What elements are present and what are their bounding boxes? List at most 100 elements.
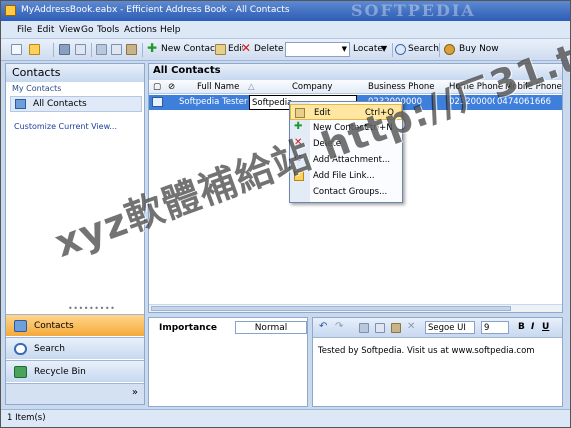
search-button[interactable]: Search bbox=[408, 44, 439, 54]
importance-label: Importance bbox=[159, 323, 218, 333]
plus-icon: ✚ bbox=[294, 121, 303, 132]
context-menu-delete[interactable]: ✕ Delete bbox=[290, 136, 402, 152]
cell-home-phone: 0232000000 bbox=[449, 97, 495, 107]
menu-actions[interactable]: Actions bbox=[124, 25, 157, 35]
chevron-down-icon[interactable]: ▼ bbox=[342, 45, 347, 53]
nav-contacts-button[interactable]: Contacts bbox=[6, 314, 144, 336]
context-menu-new-contact-label: New Contact bbox=[313, 123, 368, 133]
context-menu-contact-groups-label: Contact Groups... bbox=[313, 187, 388, 197]
notes-text-area[interactable]: Tested by Softpedia. Visit us at www.sof… bbox=[318, 346, 535, 356]
column-company[interactable]: Company bbox=[292, 82, 332, 92]
status-bar: 1 Item(s) bbox=[1, 409, 570, 427]
context-menu-edit[interactable]: Edit Ctrl+O bbox=[290, 104, 402, 120]
folder-all-contacts-label: All Contacts bbox=[33, 99, 87, 109]
address-card-icon bbox=[15, 99, 26, 109]
edit-pencil-icon[interactable] bbox=[215, 44, 226, 55]
cut-icon[interactable] bbox=[96, 44, 107, 55]
nav-recycle-bin-label: Recycle Bin bbox=[34, 367, 86, 377]
cut-icon[interactable] bbox=[359, 323, 369, 333]
locate-search-input[interactable]: ▼ bbox=[285, 42, 350, 57]
column-attachment-paperclip-icon[interactable]: ⊘ bbox=[168, 82, 175, 92]
menu-view[interactable]: View bbox=[59, 25, 80, 35]
column-home-phone[interactable]: Home Phone bbox=[449, 82, 503, 92]
menu-help[interactable]: Help bbox=[160, 25, 181, 35]
new-contact-button[interactable]: New Contact bbox=[161, 44, 219, 54]
buy-now-button[interactable]: Buy Now bbox=[459, 44, 499, 54]
nav-search-button[interactable]: Search bbox=[6, 337, 144, 359]
delete-x-icon[interactable]: ✕ bbox=[241, 41, 252, 55]
new-contact-plus-icon[interactable]: ✚ bbox=[147, 41, 158, 55]
column-icon-type[interactable]: ▢ bbox=[153, 82, 161, 92]
column-business-phone[interactable]: Business Phone bbox=[368, 82, 435, 92]
cell-mobile-phone: 0474061666 bbox=[497, 97, 552, 107]
undo-icon[interactable]: ↶ bbox=[319, 321, 329, 332]
menu-edit[interactable]: Edit bbox=[37, 25, 54, 35]
context-menu-new-contact[interactable]: ✚ New Contact Ctrl+N bbox=[290, 120, 402, 136]
print-preview-icon[interactable] bbox=[75, 44, 86, 55]
banner-watermark: SOFTPEDIA bbox=[351, 1, 476, 20]
paste-icon[interactable] bbox=[391, 323, 401, 333]
redo-icon[interactable]: ↷ bbox=[335, 321, 345, 332]
font-name-select[interactable]: Segoe UI bbox=[425, 321, 475, 334]
magnifier-icon bbox=[14, 343, 27, 355]
copy-icon[interactable] bbox=[375, 323, 385, 333]
context-menu-add-file-link-label: Add File Link... bbox=[313, 171, 375, 181]
context-menu-add-file-link[interactable]: Add File Link... bbox=[290, 168, 402, 184]
print-icon[interactable] bbox=[59, 44, 70, 55]
company-edit-value: Softpedia bbox=[252, 98, 293, 108]
bold-button[interactable]: B bbox=[518, 322, 525, 332]
my-contacts-group-label: My Contacts bbox=[12, 84, 62, 93]
title-bar: MyAddressBook.eabx - Efficient Address B… bbox=[1, 1, 570, 21]
menu-tools[interactable]: Tools bbox=[97, 25, 119, 35]
italic-button[interactable]: I bbox=[531, 322, 534, 332]
customize-current-view-link[interactable]: Customize Current View... bbox=[14, 122, 117, 131]
folder-all-contacts[interactable]: All Contacts bbox=[10, 96, 142, 112]
column-mobile-phone[interactable]: Mobile Phone bbox=[505, 82, 562, 92]
copy-icon[interactable] bbox=[111, 44, 122, 55]
column-header-row: ▢ ⊘ Full Name △ Company Business Phone H… bbox=[149, 80, 562, 94]
context-menu-add-attachment[interactable]: ⊘ Add Attachment... bbox=[290, 152, 402, 168]
clear-format-x-icon[interactable]: ✕ bbox=[407, 321, 417, 332]
context-menu-edit-shortcut: Ctrl+O bbox=[365, 108, 394, 118]
sort-ascending-icon: △ bbox=[248, 82, 255, 92]
delete-button[interactable]: Delete bbox=[254, 44, 284, 54]
nav-recycle-bin-button[interactable]: Recycle Bin bbox=[6, 360, 144, 382]
scrollbar-thumb[interactable] bbox=[151, 306, 511, 311]
underline-button[interactable]: U bbox=[542, 322, 549, 332]
buy-now-icon[interactable] bbox=[444, 44, 455, 55]
contact-detail-panel: Importance Normal bbox=[148, 317, 308, 407]
context-menu-contact-groups[interactable]: Contact Groups... bbox=[290, 184, 402, 200]
double-chevron-down-icon[interactable]: » bbox=[132, 387, 138, 398]
nav-search-label: Search bbox=[34, 344, 65, 354]
menu-go[interactable]: Go bbox=[81, 25, 93, 35]
context-menu-new-contact-shortcut: Ctrl+N bbox=[364, 123, 393, 133]
toolbar-separator bbox=[439, 43, 440, 57]
context-menu-edit-label: Edit bbox=[314, 108, 331, 118]
context-menu-add-attachment-label: Add Attachment... bbox=[313, 155, 391, 165]
contact-card-icon bbox=[152, 97, 163, 107]
new-document-icon[interactable] bbox=[11, 44, 22, 55]
locate-chevron-icon[interactable]: ▼ bbox=[381, 44, 392, 55]
row-context-menu: Edit Ctrl+O ✚ New Contact Ctrl+N ✕ Delet… bbox=[289, 101, 403, 203]
pencil-icon bbox=[295, 108, 305, 118]
importance-select[interactable]: Normal bbox=[235, 321, 307, 334]
toolbar-separator bbox=[53, 43, 54, 57]
context-menu-delete-label: Delete bbox=[313, 139, 341, 149]
paste-icon[interactable] bbox=[126, 44, 137, 55]
cell-full-name: Softpedia Tester bbox=[179, 97, 248, 107]
locate-button[interactable]: Locate bbox=[353, 44, 383, 54]
toolbar-separator bbox=[91, 43, 92, 57]
recycle-icon bbox=[14, 366, 27, 378]
navigation-pane-title: Contacts bbox=[6, 64, 144, 82]
column-full-name[interactable]: Full Name bbox=[197, 82, 239, 92]
menu-file[interactable]: File bbox=[17, 25, 32, 35]
search-icon[interactable] bbox=[395, 44, 406, 55]
font-size-select[interactable]: 9 bbox=[481, 321, 509, 334]
app-icon bbox=[5, 5, 16, 16]
toolbar: ✚ New Contact Edit ✕ Delete ▼ Locate ▼ S… bbox=[1, 39, 570, 61]
notes-editor: ↶ ↷ ✕ Segoe UI 9 B I U Tested by Softped… bbox=[312, 317, 563, 407]
pane-splitter-grip[interactable]: • • • • • • • • • bbox=[68, 304, 115, 313]
horizontal-scrollbar[interactable] bbox=[149, 304, 562, 312]
nav-overflow-bar[interactable]: » bbox=[6, 383, 144, 404]
open-folder-icon[interactable] bbox=[29, 44, 40, 55]
